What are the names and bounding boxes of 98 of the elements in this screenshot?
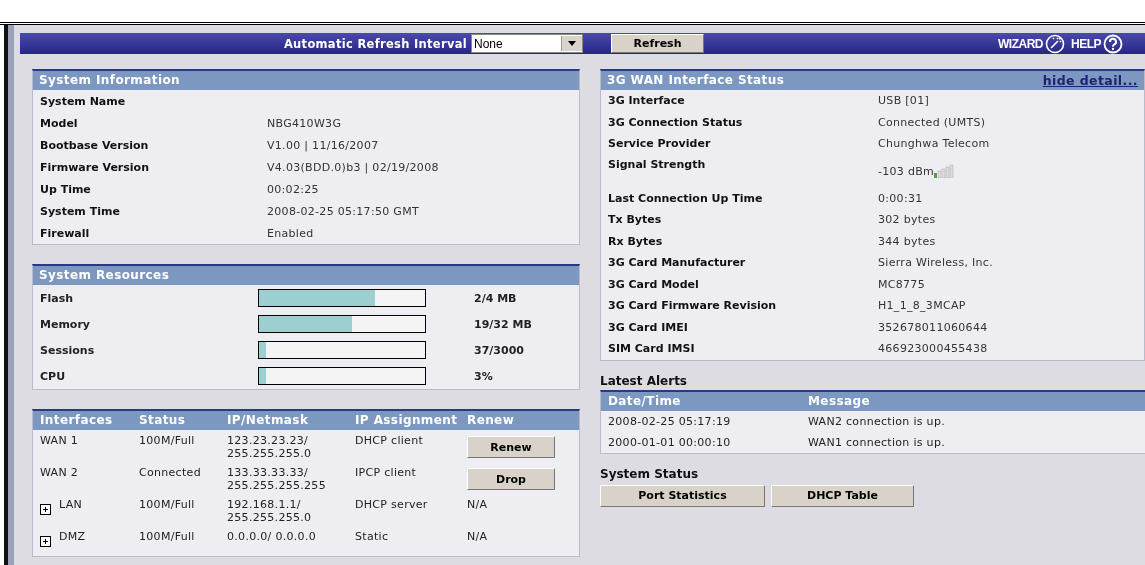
status-button[interactable]: Port Statistics [600, 484, 765, 507]
table-cell-text: 0.0.0.0/ 0.0.0.0 [227, 530, 317, 543]
field-value: Connected (UMTS) [878, 115, 986, 129]
field-value: H1_1_8_3MCAP [878, 299, 966, 313]
table-cell-text: Static [355, 530, 390, 545]
resource-label: Sessions [40, 343, 96, 357]
table-cell-text: DHCP server [355, 498, 429, 513]
usage-reading: 2/4 MB [474, 291, 517, 305]
field-label: Firmware Version [40, 160, 150, 174]
field-label: Rx Bytes [608, 234, 664, 248]
resource-label: Memory [40, 317, 92, 331]
table-cell: WAN 2 [40, 466, 79, 479]
help-icon[interactable] [1103, 33, 1123, 54]
panel-title: System Information [39, 73, 180, 87]
wizard-link[interactable]: WIZARD [998, 36, 1043, 51]
field-label: 3G Interface [608, 94, 686, 108]
table-cell-text: DHCP client [355, 434, 425, 449]
resource-label: Flash [40, 291, 75, 305]
panel-title: 3G WAN Interface Status [607, 72, 785, 89]
field-label: 3G Connection Status [608, 115, 744, 129]
table-cell-text: 2000-01-01 00:00:10 [608, 435, 732, 449]
field-label: 3G Card Firmware Revision [608, 299, 778, 313]
field-value: Enabled [267, 226, 314, 240]
column-header: Status [139, 412, 187, 429]
status-button[interactable]: DHCP Table [771, 484, 914, 507]
refresh-button[interactable]: Refresh [611, 34, 704, 53]
signal-icon [934, 163, 955, 178]
field-value: USB [01] [878, 94, 930, 108]
refresh-interval-label: Automatic Refresh Interval [283, 36, 467, 51]
column-header: Interfaces [40, 412, 114, 429]
column-header: Message [808, 392, 871, 410]
section-title: Latest Alerts [600, 373, 688, 388]
usage-reading: 19/32 MB [474, 317, 532, 331]
expand-icon[interactable] [40, 536, 51, 547]
renew-button[interactable]: Renew [467, 436, 555, 458]
field-label: Signal Strength [608, 157, 707, 171]
table-cell: N/A [467, 498, 488, 511]
table-cell-text: WAN1 connection is up. [808, 435, 946, 449]
column-header: IP/Netmask [227, 412, 310, 429]
field-value: Chunghwa Telecom [878, 137, 990, 151]
field-value: 0:00:31 [878, 191, 923, 205]
refresh-interval-select[interactable]: None [471, 34, 583, 53]
column-header: Date/Time [608, 392, 682, 410]
field-value: V1.00 | 11/16/2007 [267, 138, 379, 152]
field-label: 3G Card Manufacturer [608, 256, 747, 270]
field-value: 344 bytes [878, 234, 936, 248]
field-label: SIM Card IMSI [608, 342, 696, 356]
field-label: Bootbase Version [40, 138, 150, 152]
field-label: System Name [40, 94, 127, 108]
field-value: MC8775 [878, 277, 925, 291]
table-cell-text: 255.255.255.255 [227, 479, 327, 492]
table-cell: DMZ [59, 530, 86, 543]
table-cell: WAN 1 [40, 434, 79, 447]
hide-detail-link[interactable]: hide detail... [1042, 71, 1138, 90]
field-label: 3G Card IMEI [608, 320, 689, 334]
table-cell-text: 123.23.23.23/ [227, 434, 310, 447]
usage-reading: 37/3000 [474, 343, 524, 357]
table-cell-text: 100M/Full [139, 498, 196, 513]
table-cell-text: Connected [139, 466, 202, 481]
table-cell-text: 255.255.255.0 [227, 447, 313, 460]
field-value: Sierra Wireless, Inc. [878, 256, 993, 270]
resource-label: CPU [40, 369, 67, 383]
column-header: IP Assignment [355, 412, 459, 429]
table-cell-text: 133.33.33.33/ [227, 466, 310, 479]
table-cell-text: 192.168.1.1/ [227, 498, 302, 511]
field-value: -103 dBm [878, 164, 935, 178]
table-cell-text: 100M/Full [139, 434, 196, 449]
panel-title: System Resources [39, 268, 170, 282]
field-label: Service Provider [608, 137, 712, 151]
usage-reading: 3% [474, 369, 493, 383]
caret-icon [568, 41, 576, 46]
field-value: 2008-02-25 05:17:50 GMT [267, 204, 419, 218]
field-value: NBG410W3G [267, 116, 342, 130]
table-cell-text: 2008-02-25 05:17:19 [608, 414, 732, 428]
field-value: 352678011060644 [878, 320, 988, 334]
field-label: Model [40, 116, 79, 130]
table-cell: LAN [59, 498, 83, 511]
field-value: 302 bytes [878, 213, 936, 227]
table-cell: N/A [467, 530, 488, 543]
section-title: System Status [600, 466, 700, 481]
field-value: V4.03(BDD.0)b3 | 02/19/2008 [267, 160, 439, 174]
column-header: Renew [467, 412, 516, 429]
field-label: Firewall [40, 226, 91, 240]
help-link[interactable]: HELP [1071, 36, 1101, 51]
field-label: Up Time [40, 182, 92, 196]
field-value: 00:02:25 [267, 182, 319, 196]
table-cell-text: WAN2 connection is up. [808, 414, 946, 428]
table-cell-text: IPCP client [355, 466, 418, 481]
field-value: 466923000455438 [878, 342, 988, 356]
renew-button[interactable]: Drop [467, 468, 555, 490]
table-cell-text: 255.255.255.0 [227, 511, 313, 524]
table-cell-text: 100M/Full [139, 530, 196, 545]
field-label: System Time [40, 204, 121, 218]
field-label: Last Connection Up Time [608, 191, 764, 205]
wand-icon[interactable] [1045, 33, 1065, 54]
field-label: Tx Bytes [608, 213, 663, 227]
expand-icon[interactable] [40, 504, 51, 515]
field-label: 3G Card Model [608, 277, 700, 291]
